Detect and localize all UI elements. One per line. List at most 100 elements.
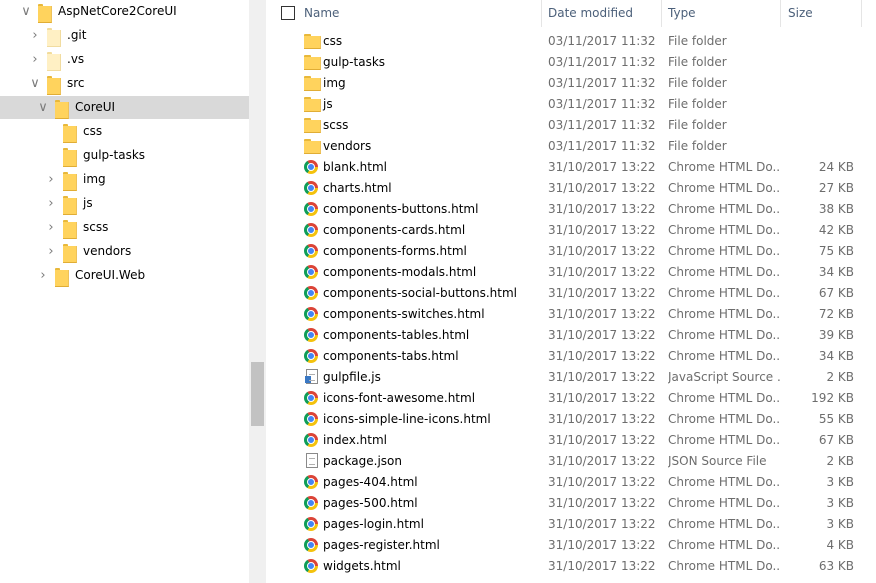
nav-scrollbar[interactable] xyxy=(249,0,266,583)
file-name: icons-font-awesome.html xyxy=(323,391,476,405)
file-row[interactable]: img 03/11/2017 11:32 File folder xyxy=(266,73,866,94)
tree-item-coreui-web[interactable]: › CoreUI.Web xyxy=(0,264,249,287)
file-row[interactable]: pages-404.html 31/10/2017 13:22 Chrome HTM… xyxy=(266,472,866,493)
chrome-icon xyxy=(304,348,320,364)
file-name: components-forms.html xyxy=(323,244,467,258)
file-row[interactable]: gulp-tasks 03/11/2017 11:32 File folder xyxy=(266,52,866,73)
column-divider[interactable] xyxy=(780,0,781,27)
chevron-down-icon[interactable]: ∨ xyxy=(29,72,41,95)
column-divider[interactable] xyxy=(861,0,862,27)
tree-item-coreui[interactable]: ∨ CoreUI xyxy=(0,96,249,119)
nav-scroll-thumb[interactable] xyxy=(251,362,264,426)
tree-item-label: .vs xyxy=(67,52,85,66)
file-name: js xyxy=(323,97,333,111)
tree-item-label: css xyxy=(83,124,103,138)
file-type: Chrome HTML Do... xyxy=(668,244,780,258)
folder-icon xyxy=(304,33,321,49)
file-size: 42 KB xyxy=(818,223,854,237)
file-date-modified: 31/10/2017 13:22 xyxy=(548,244,656,258)
folder-icon xyxy=(63,148,77,167)
tree-item-vs[interactable]: › .vs xyxy=(0,48,249,71)
file-row[interactable]: scss 03/11/2017 11:32 File folder xyxy=(266,115,866,136)
file-row[interactable]: components-modals.html 31/10/2017 13:22 Ch… xyxy=(266,262,866,283)
file-size: 2 KB xyxy=(826,454,854,468)
folder-icon xyxy=(63,196,77,215)
chrome-icon xyxy=(304,411,320,427)
file-row[interactable]: vendors 03/11/2017 11:32 File folder xyxy=(266,136,866,157)
tree-item-js[interactable]: › js xyxy=(0,192,249,215)
file-name: vendors xyxy=(323,139,372,153)
file-row[interactable]: widgets.html 31/10/2017 13:22 Chrome HTML … xyxy=(266,556,866,577)
chrome-icon xyxy=(304,495,320,511)
chevron-right-icon[interactable]: › xyxy=(29,24,41,47)
chevron-right-icon[interactable]: › xyxy=(45,216,57,239)
file-row[interactable]: components-tables.html 31/10/2017 13:22 Ch… xyxy=(266,325,866,346)
file-type: Chrome HTML Do... xyxy=(668,538,780,552)
chrome-icon xyxy=(304,159,320,175)
file-row[interactable]: package.json 31/10/2017 13:22 JSON Source … xyxy=(266,451,866,472)
file-row[interactable]: pages-500.html 31/10/2017 13:22 Chrome HTM… xyxy=(266,493,866,514)
file-row[interactable]: js 03/11/2017 11:32 File folder xyxy=(266,94,866,115)
chrome-icon xyxy=(304,432,320,448)
file-type: File folder xyxy=(668,76,727,90)
file-row[interactable]: components-social-buttons.html 31/10/2017… xyxy=(266,283,866,304)
chevron-right-icon[interactable]: › xyxy=(45,192,57,215)
column-divider[interactable] xyxy=(541,0,542,27)
file-type: Chrome HTML Do... xyxy=(668,202,780,216)
tree-item-src[interactable]: ∨ src xyxy=(0,72,249,95)
chevron-right-icon[interactable]: › xyxy=(45,240,57,263)
file-row[interactable]: components-buttons.html 31/10/2017 13:22 C… xyxy=(266,199,866,220)
date-column-header[interactable]: Date modified xyxy=(548,0,660,27)
select-all-checkbox[interactable] xyxy=(281,6,295,20)
folder-icon xyxy=(55,268,69,287)
tree-item-label: scss xyxy=(83,220,109,234)
file-date-modified: 31/10/2017 13:22 xyxy=(548,496,656,510)
file-name: blank.html xyxy=(323,160,388,174)
chrome-icon xyxy=(304,222,320,238)
name-column-header[interactable]: Name xyxy=(304,0,540,27)
file-size: 67 KB xyxy=(818,286,854,300)
file-row[interactable]: icons-simple-line-icons.html 31/10/2017 1… xyxy=(266,409,866,430)
file-row[interactable]: css 03/11/2017 11:32 File folder xyxy=(266,31,866,52)
type-column-header[interactable]: Type xyxy=(668,0,778,27)
tree-item-git[interactable]: › .git xyxy=(0,24,249,47)
file-row[interactable]: charts.html 31/10/2017 13:22 Chrome HTML D… xyxy=(266,178,866,199)
file-type: File folder xyxy=(668,139,727,153)
file-name: pages-500.html xyxy=(323,496,418,510)
file-type: File folder xyxy=(668,34,727,48)
chevron-right-icon[interactable]: › xyxy=(29,48,41,71)
size-column-header[interactable]: Size xyxy=(788,0,858,27)
file-row[interactable]: icons-font-awesome.html 31/10/2017 13:22 C… xyxy=(266,388,866,409)
chevron-right-icon[interactable]: › xyxy=(37,264,49,287)
tree-item-label: gulp-tasks xyxy=(83,148,146,162)
chevron-down-icon[interactable]: ∨ xyxy=(37,96,49,119)
tree-item-scss[interactable]: › scss xyxy=(0,216,249,239)
file-row[interactable]: components-switches.html 31/10/2017 13:22… xyxy=(266,304,866,325)
chevron-down-icon[interactable]: ∨ xyxy=(20,0,32,23)
tree-item-img[interactable]: › img xyxy=(0,168,249,191)
chrome-icon xyxy=(304,180,320,196)
file-date-modified: 31/10/2017 13:22 xyxy=(548,349,656,363)
tree-item-aspnetcore2coreui[interactable]: ∨ AspNetCore2CoreUI xyxy=(0,0,249,23)
tree-item-css[interactable]: css xyxy=(0,120,249,143)
file-row[interactable]: gulpfile.js 31/10/2017 13:22 JavaScript So… xyxy=(266,367,866,388)
column-divider[interactable] xyxy=(661,0,662,27)
file-type: Chrome HTML Do... xyxy=(668,496,780,510)
chrome-icon xyxy=(304,390,320,406)
file-type: Chrome HTML Do... xyxy=(668,412,780,426)
file-row[interactable]: blank.html 31/10/2017 13:22 Chrome HTML Do… xyxy=(266,157,866,178)
file-row[interactable]: components-cards.html 31/10/2017 13:22 Chr… xyxy=(266,220,866,241)
tree-item-vendors[interactable]: › vendors xyxy=(0,240,249,263)
file-row[interactable]: pages-register.html 31/10/2017 13:22 Chrom… xyxy=(266,535,866,556)
file-date-modified: 03/11/2017 11:32 xyxy=(548,55,656,69)
js-file-icon xyxy=(304,369,320,385)
file-row[interactable]: pages-login.html 31/10/2017 13:22 Chrome H… xyxy=(266,514,866,535)
file-row[interactable]: components-forms.html 31/10/2017 13:22 Chr… xyxy=(266,241,866,262)
chevron-right-icon[interactable]: › xyxy=(45,168,57,191)
file-size: 2 KB xyxy=(826,370,854,384)
tree-item-label: img xyxy=(83,172,106,186)
file-row[interactable]: components-tabs.html 31/10/2017 13:22 Chro… xyxy=(266,346,866,367)
file-row[interactable]: index.html 31/10/2017 13:22 Chrome HTML Do… xyxy=(266,430,866,451)
tree-item-gulp-tasks[interactable]: gulp-tasks xyxy=(0,144,249,167)
file-date-modified: 31/10/2017 13:22 xyxy=(548,328,656,342)
